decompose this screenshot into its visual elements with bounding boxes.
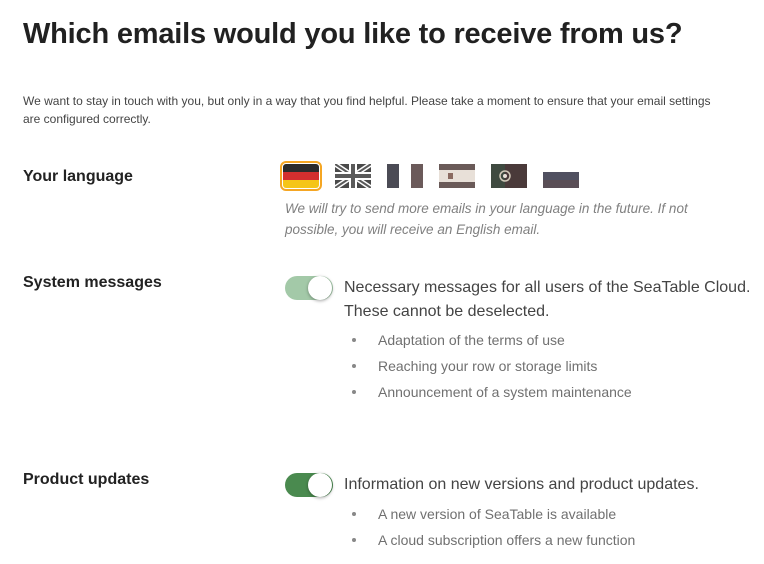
product-updates-label: Product updates [23, 471, 150, 488]
uk-flag-icon [335, 164, 371, 188]
list-item: A cloud subscription offers a new functi… [352, 527, 635, 553]
german-flag-icon [283, 164, 319, 188]
product-updates-description: Information on new versions and product … [344, 476, 699, 493]
list-item: Announcement of a system maintenance [352, 379, 632, 405]
toggle-knob [308, 473, 332, 497]
product-updates-list: A new version of SeaTable is available A… [352, 501, 635, 553]
russian-flag-icon [543, 164, 579, 188]
language-flags [280, 161, 595, 191]
portuguese-flag-icon [491, 164, 527, 188]
language-label: Your language [23, 168, 133, 185]
system-messages-label: System messages [23, 274, 162, 291]
spanish-flag-icon [439, 164, 475, 188]
flag-german[interactable] [280, 161, 322, 191]
system-messages-description: Necessary messages for all users of the … [344, 279, 751, 320]
system-messages-list: Adaptation of the terms of use Reaching … [352, 327, 632, 405]
intro-text: We want to stay in touch with you, but o… [23, 94, 711, 126]
toggle-knob [308, 276, 332, 300]
list-item: A new version of SeaTable is available [352, 501, 635, 527]
flag-spanish[interactable] [439, 164, 475, 188]
flag-russian[interactable] [543, 164, 579, 188]
system-messages-toggle[interactable] [285, 276, 333, 300]
flag-uk[interactable] [335, 164, 371, 188]
list-item: Reaching your row or storage limits [352, 353, 632, 379]
flag-french[interactable] [387, 164, 423, 188]
product-updates-toggle[interactable] [285, 473, 333, 497]
french-flag-icon [387, 164, 423, 188]
language-note: We will try to send more emails in your … [285, 201, 688, 237]
flag-portuguese[interactable] [491, 164, 527, 188]
list-item: Adaptation of the terms of use [352, 327, 632, 353]
page-title: Which emails would you like to receive f… [23, 18, 683, 50]
